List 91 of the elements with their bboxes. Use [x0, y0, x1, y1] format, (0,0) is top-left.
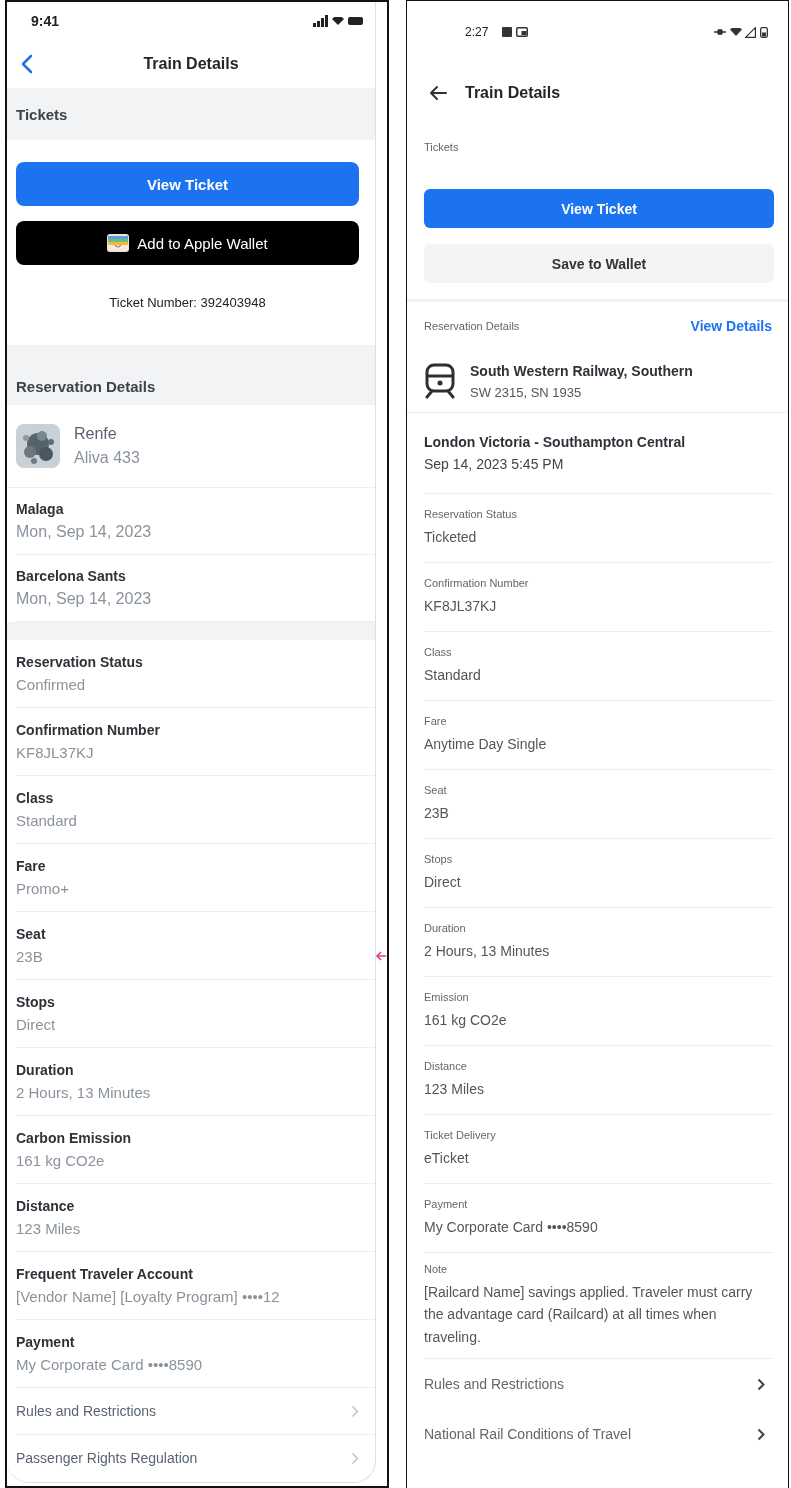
detail-value: Direct [424, 872, 462, 892]
chevron-icon [351, 1451, 359, 1465]
battery-icon [348, 17, 363, 25]
carrier-name: South Western Railway, Southern [470, 362, 693, 379]
detail-value: 123 Miles [16, 1220, 82, 1237]
wallet-button[interactable]: Add to Apple Wallet [16, 221, 359, 265]
detail-label: Carbon Emission [16, 1130, 133, 1146]
detail-value: [Vendor Name] [Loyalty Program] ••••12 [16, 1288, 281, 1305]
wifi-icon [332, 17, 344, 25]
detail-value: 161 kg CO2e [16, 1152, 106, 1169]
detail-label: Stops [16, 994, 56, 1010]
detail-label: Distance [16, 1198, 76, 1214]
station-name: Malaga [16, 501, 65, 517]
detail-label: Emission [424, 990, 470, 1003]
wallet-button[interactable]: Save to Wallet [424, 244, 774, 283]
view-ticket-button[interactable]: View Ticket [424, 189, 774, 228]
detail-label: Fare [424, 714, 448, 727]
wallet-icon [107, 234, 130, 252]
detail-label: Frequent Traveler Account [16, 1266, 194, 1282]
chevron-icon [757, 1377, 765, 1391]
status-time: 9:41 [31, 13, 60, 29]
chevron-icon [757, 1427, 765, 1441]
eye-icon [714, 28, 726, 36]
detail-value: Confirmed [16, 676, 87, 693]
section-heading: Tickets [424, 141, 459, 153]
detail-label: Payment [16, 1334, 76, 1350]
detail-label: Seat [424, 783, 448, 796]
detail-value: Promo+ [16, 880, 70, 897]
train-number: SW 2315, SN 1935 [470, 384, 583, 400]
detail-label: Class [424, 645, 453, 658]
ticket-number: Ticket Number: 392403948 [108, 295, 267, 310]
detail-value: eTicket [424, 1148, 470, 1168]
detail-label: Class [16, 790, 55, 806]
detail-label: Reservation Status [424, 507, 518, 520]
detail-label: Ticket Delivery [424, 1128, 497, 1141]
detail-value: Direct [16, 1016, 57, 1033]
image-icon [502, 27, 513, 37]
detail-value: [Railcard Name] savings applied. Traveler must carry the advantage card (Railcard) at all times when traveling. [424, 1283, 754, 1347]
detail-label: Duration [424, 921, 467, 934]
detail-label: Duration [16, 1062, 75, 1078]
detail-value: Standard [16, 812, 78, 829]
link-row[interactable]: Rules and Restrictions [16, 1388, 375, 1435]
arrow-icon [375, 950, 387, 962]
travel-date: Mon, Sep 14, 2023 [16, 590, 153, 608]
link-row[interactable]: Rules and Restrictions [424, 1359, 773, 1410]
train-icon [424, 363, 456, 399]
window-icon [516, 27, 529, 37]
detail-value: 23B [424, 803, 450, 823]
screen-title: Train Details [143, 55, 239, 73]
detail-value: 23B [16, 948, 44, 965]
detail-value: Ticketed [424, 527, 478, 547]
detail-value: 2 Hours, 13 Minutes [16, 1084, 152, 1101]
station-name: London Victoria - Southampton Central [424, 434, 687, 450]
detail-label: Payment [424, 1197, 469, 1210]
detail-label: Note [424, 1263, 449, 1275]
signal-icon [313, 15, 328, 27]
travel-date: Mon, Sep 14, 2023 [16, 523, 153, 541]
section-heading: Tickets [16, 105, 68, 123]
battery-icon [760, 26, 768, 38]
detail-label: Stops [424, 852, 454, 865]
detail-value: 161 kg CO2e [424, 1010, 508, 1030]
detail-label: Confirmation Number [424, 576, 530, 589]
section-heading: Reservation Details [424, 320, 520, 332]
detail-value: Standard [424, 665, 482, 685]
detail-value: My Corporate Card ••••8590 [16, 1356, 204, 1373]
view-details-link[interactable]: View Details [690, 318, 772, 334]
back-icon[interactable] [429, 85, 447, 101]
link-row[interactable]: National Rail Conditions of Travel [424, 1409, 773, 1460]
train-number: Aliva 433 [74, 449, 140, 467]
status-time: 2:27 [465, 25, 489, 39]
detail-value: 123 Miles [424, 1079, 485, 1099]
link-row[interactable]: Passenger Rights Regulation [16, 1435, 375, 1481]
detail-value: My Corporate Card ••••8590 [424, 1217, 599, 1237]
detail-label: Distance [424, 1059, 468, 1072]
detail-value: KF8JL37KJ [16, 744, 95, 761]
view-ticket-button[interactable]: View Ticket [16, 162, 359, 206]
wifi-icon [730, 28, 742, 36]
detail-label: Seat [16, 926, 47, 942]
detail-label: Reservation Status [16, 654, 144, 670]
detail-label: Fare [16, 858, 47, 874]
signal-icon [745, 26, 756, 38]
chevron-icon [351, 1404, 359, 1418]
detail-value: Anytime Day Single [424, 734, 548, 754]
station-name: Barcelona Sants [16, 568, 127, 584]
carrier-name: Renfe [74, 425, 118, 443]
detail-value: 2 Hours, 13 Minutes [424, 941, 551, 961]
detail-value: KF8JL37KJ [424, 596, 498, 616]
section-heading: Reservation Details [16, 378, 156, 395]
travel-date: Sep 14, 2023 5:45 PM [424, 456, 565, 472]
screen-title: Train Details [465, 84, 561, 102]
detail-label: Confirmation Number [16, 722, 161, 738]
